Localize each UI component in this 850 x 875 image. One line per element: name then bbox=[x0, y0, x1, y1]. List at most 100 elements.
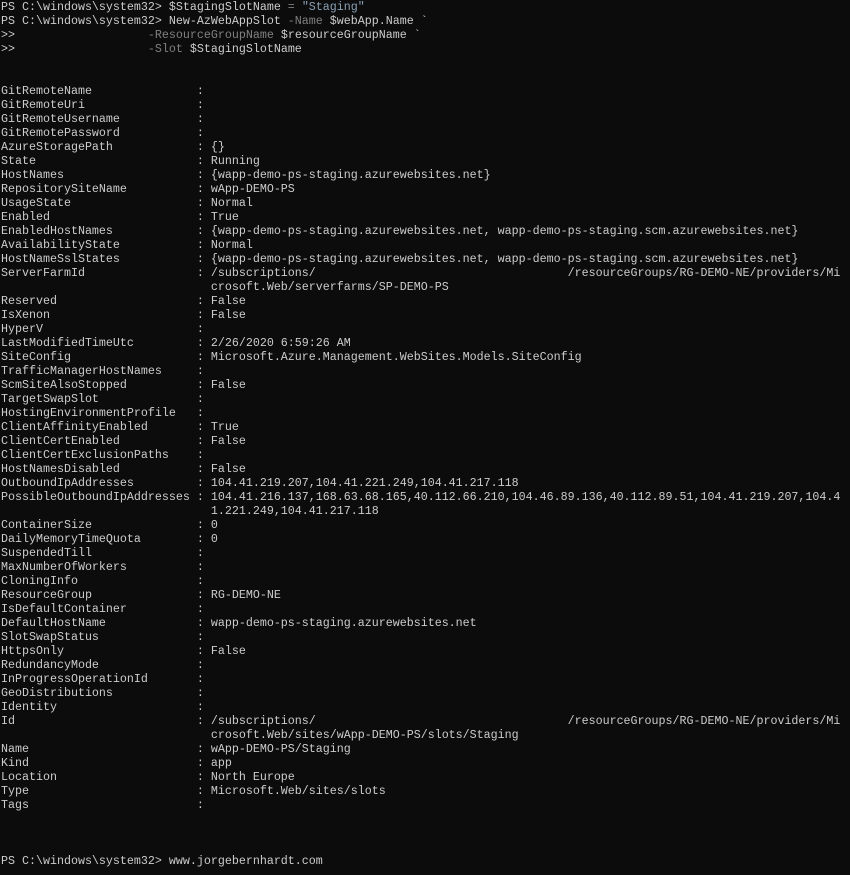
prompt: PS C:\windows\system32> bbox=[1, 854, 169, 868]
property-row: HyperV : bbox=[1, 322, 850, 336]
property-row: AvailabilityState : Normal bbox=[1, 238, 850, 252]
property-row: TargetSwapSlot : bbox=[1, 392, 850, 406]
command-line: PS C:\windows\system32> New-AzWebAppSlot… bbox=[1, 14, 850, 28]
separator: : bbox=[196, 196, 211, 210]
separator: : bbox=[196, 798, 211, 812]
separator: : bbox=[196, 140, 211, 154]
command-text: $resourceGroupName ` bbox=[273, 28, 421, 42]
property-name: HttpsOnly bbox=[1, 644, 197, 658]
separator: : bbox=[196, 126, 211, 140]
separator: : bbox=[196, 546, 211, 560]
property-row: LastModifiedTimeUtc : 2/26/2020 6:59:26 … bbox=[1, 336, 850, 350]
property-name: Identity bbox=[1, 700, 197, 714]
property-value: crosoft.Web/sites/wApp-DEMO-PS/slots/Sta… bbox=[210, 728, 519, 742]
separator: : bbox=[196, 770, 211, 784]
separator: : bbox=[196, 238, 211, 252]
property-row: Location : North Europe bbox=[1, 770, 850, 784]
property-value: /subscriptions/ /resourceGroups/RG-DEMO-… bbox=[210, 266, 841, 280]
property-name: ContainerSize bbox=[1, 518, 197, 532]
prompt: PS C:\windows\system32> bbox=[1, 14, 169, 28]
property-value: 104.41.216.137,168.63.68.165,40.112.66.2… bbox=[210, 490, 841, 504]
property-row: CloningInfo : bbox=[1, 574, 850, 588]
separator: : bbox=[196, 644, 211, 658]
property-name: Kind bbox=[1, 756, 197, 770]
separator: : bbox=[196, 616, 211, 630]
property-value: Running bbox=[210, 154, 260, 168]
separator: : bbox=[196, 742, 211, 756]
property-row: Kind : app bbox=[1, 756, 850, 770]
property-value: False bbox=[210, 308, 246, 322]
separator: : bbox=[196, 434, 211, 448]
property-row: Enabled : True bbox=[1, 210, 850, 224]
property-value: Microsoft.Azure.Management.WebSites.Mode… bbox=[210, 350, 582, 364]
separator: : bbox=[196, 588, 211, 602]
separator: : bbox=[196, 406, 211, 420]
parameter: -ResourceGroupName bbox=[147, 28, 274, 42]
property-name: HyperV bbox=[1, 322, 197, 336]
property-row: HostNameSslStates : {wapp-demo-ps-stagin… bbox=[1, 252, 850, 266]
property-row: Reserved : False bbox=[1, 294, 850, 308]
separator: : bbox=[196, 574, 211, 588]
separator: : bbox=[196, 336, 211, 350]
property-row: GeoDistributions : bbox=[1, 686, 850, 700]
separator: : bbox=[196, 98, 211, 112]
property-row: ServerFarmId : /subscriptions/ /resource… bbox=[1, 266, 850, 280]
property-name: Reserved bbox=[1, 294, 197, 308]
property-name: Name bbox=[1, 742, 197, 756]
powershell-console[interactable]: PS C:\windows\system32> $StagingSlotName… bbox=[0, 0, 850, 868]
property-name: GitRemoteUri bbox=[1, 98, 197, 112]
separator: : bbox=[196, 168, 211, 182]
property-value: {wapp-demo-ps-staging.azurewebsites.net} bbox=[210, 168, 491, 182]
separator: : bbox=[196, 210, 211, 224]
property-name: GitRemoteName bbox=[1, 84, 197, 98]
property-name: IsXenon bbox=[1, 308, 197, 322]
property-row: Type : Microsoft.Web/sites/slots bbox=[1, 784, 850, 798]
property-row: DailyMemoryTimeQuota : 0 bbox=[1, 532, 850, 546]
separator: : bbox=[196, 420, 211, 434]
property-name: TargetSwapSlot bbox=[1, 392, 197, 406]
separator: : bbox=[196, 672, 211, 686]
property-row: HostNames : {wapp-demo-ps-staging.azurew… bbox=[1, 168, 850, 182]
property-name: SiteConfig bbox=[1, 350, 197, 364]
property-value: False bbox=[210, 462, 246, 476]
property-value: wApp-DEMO-PS/Staging bbox=[210, 742, 351, 756]
separator: : bbox=[196, 364, 211, 378]
string-literal: "Staging" bbox=[301, 0, 365, 14]
property-row: ScmSiteAlsoStopped : False bbox=[1, 378, 850, 392]
property-row: UsageState : Normal bbox=[1, 196, 850, 210]
separator: : bbox=[196, 784, 211, 798]
separator: : bbox=[196, 476, 211, 490]
property-row: GitRemoteName : bbox=[1, 84, 850, 98]
property-row: ResourceGroup : RG-DEMO-NE bbox=[1, 588, 850, 602]
property-name: DailyMemoryTimeQuota bbox=[1, 532, 197, 546]
property-row: DefaultHostName : wapp-demo-ps-staging.a… bbox=[1, 616, 850, 630]
property-name: ServerFarmId bbox=[1, 266, 197, 280]
separator: : bbox=[196, 518, 211, 532]
property-value: 0 bbox=[210, 532, 218, 546]
property-name: SlotSwapStatus bbox=[1, 630, 197, 644]
separator: : bbox=[196, 154, 211, 168]
separator: : bbox=[196, 714, 211, 728]
property-continuation: 1.221.249,104.41.217.118 bbox=[1, 504, 850, 518]
property-row: OutboundIpAddresses : 104.41.219.207,104… bbox=[1, 476, 850, 490]
separator: : bbox=[196, 602, 211, 616]
property-row: State : Running bbox=[1, 154, 850, 168]
separator: : bbox=[196, 630, 211, 644]
property-value: 1.221.249,104.41.217.118 bbox=[210, 504, 379, 518]
separator: : bbox=[196, 462, 211, 476]
property-value: False bbox=[210, 294, 246, 308]
separator: : bbox=[196, 112, 211, 126]
property-value: RG-DEMO-NE bbox=[210, 588, 281, 602]
property-row: ContainerSize : 0 bbox=[1, 518, 850, 532]
separator: : bbox=[196, 308, 211, 322]
property-row: ClientAffinityEnabled : True bbox=[1, 420, 850, 434]
property-name: ResourceGroup bbox=[1, 588, 197, 602]
prompt-input[interactable]: www.jorgebernhardt.com bbox=[169, 854, 323, 868]
separator: : bbox=[196, 350, 211, 364]
property-name: Id bbox=[1, 714, 197, 728]
property-value: True bbox=[210, 210, 239, 224]
property-name: Type bbox=[1, 784, 197, 798]
